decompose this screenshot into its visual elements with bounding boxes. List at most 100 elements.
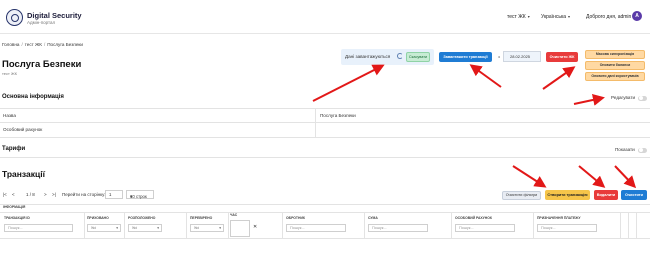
- divider: [0, 204, 650, 205]
- filter-located-value: Усі: [132, 226, 137, 230]
- info-row-label: Назва: [3, 113, 16, 118]
- info-row-value: Послуга Безпеки: [320, 113, 356, 118]
- prev-page-button[interactable]: <: [12, 192, 15, 197]
- divider: [451, 212, 452, 238]
- logo-icon[interactable]: [6, 9, 23, 26]
- breadcrumb-separator: /: [21, 42, 23, 47]
- column-header[interactable]: ЧАС: [230, 213, 237, 217]
- column-header[interactable]: ПРИХОВАНО: [87, 216, 109, 220]
- column-header[interactable]: ТРАНЗАКЦІЯ ID: [4, 216, 30, 220]
- column-header[interactable]: ОСОБОВИЙ РАХУНОК: [455, 216, 492, 220]
- column-header[interactable]: РОЗПОЛОЖЕНО: [128, 216, 155, 220]
- update-users-button[interactable]: Оновити дані користувачів: [585, 72, 645, 81]
- chevron-down-icon: ▾: [527, 14, 530, 19]
- page-size-value: 10 строк: [130, 194, 147, 199]
- group-header: ІНФОРМАЦІЯ: [3, 205, 26, 209]
- loading-text: Дані завантажуються: [345, 54, 391, 59]
- divider: [0, 238, 650, 239]
- annotation-arrow: [312, 64, 385, 102]
- zhk-selector-label: тест ЖК: [507, 14, 526, 20]
- goto-page-label: Перейти на сторінку:: [62, 192, 106, 197]
- clear-zhk-button[interactable]: Очистити ЖК: [546, 52, 578, 62]
- close-icon[interactable]: ✕: [253, 224, 257, 230]
- annotation-arrow: [578, 165, 606, 188]
- filter-payment-purpose[interactable]: Пошук...: [537, 224, 597, 232]
- filter-verified[interactable]: Усі ▾: [190, 224, 224, 232]
- info-row-label: Особовий рахунок: [3, 127, 43, 132]
- column-header[interactable]: ОБРОТНИК: [286, 216, 305, 220]
- column-header[interactable]: ПЕРЕВІРЕНО: [190, 216, 212, 220]
- breadcrumb-zhk[interactable]: тест ЖК: [25, 42, 42, 47]
- first-page-button[interactable]: |<: [3, 192, 7, 197]
- update-balances-button[interactable]: Оновити баланси: [585, 61, 645, 70]
- page-indicator: 1 / 8: [26, 192, 35, 197]
- divider: [364, 212, 365, 238]
- page-size-select[interactable]: 10 строк ▾: [126, 190, 154, 199]
- divider: [0, 108, 650, 109]
- loading-banner: Дані завантажуються Скасувати: [341, 49, 434, 65]
- edit-toggle[interactable]: [638, 95, 647, 101]
- chevron-down-icon: ▾: [219, 226, 221, 230]
- user-greeting: Доброго дня, admin: [586, 14, 632, 20]
- chevron-down-icon: ▾: [130, 194, 133, 199]
- column-header[interactable]: ПРИЗНАЧЕННЯ ПЛАТЕЖУ: [537, 216, 581, 220]
- filter-personal-account[interactable]: Пошук...: [455, 224, 515, 232]
- chevron-down-icon: ▾: [568, 14, 571, 19]
- tariffs-title: Тарифи: [2, 146, 26, 152]
- clear-button[interactable]: Очистити: [621, 190, 647, 200]
- divider: [628, 212, 629, 238]
- column-header[interactable]: СУМА: [368, 216, 378, 220]
- annotation-arrow: [542, 66, 576, 90]
- divider: [124, 212, 125, 238]
- mass-actions-panel: Масова синхронізація Оновити баланси Оно…: [585, 50, 645, 82]
- filter-hidden-value: Усі: [91, 226, 96, 230]
- breadcrumb: Головна / тест ЖК / Послуга Безпеки: [2, 42, 83, 47]
- show-tariffs-label: Показати: [615, 147, 635, 152]
- zhk-selector[interactable]: тест ЖК ▾: [507, 14, 530, 20]
- top-header: Digital Security Адмін-портал тест ЖК ▾ У…: [0, 0, 650, 34]
- divider: [636, 212, 637, 238]
- breadcrumb-separator: /: [43, 42, 46, 47]
- divider: [84, 212, 85, 238]
- divider: [0, 212, 650, 213]
- chevron-down-icon: ▾: [157, 226, 159, 230]
- divider: [282, 212, 283, 238]
- app-subtitle: Адмін-портал: [27, 19, 56, 25]
- page-title: Послуга Безпеки: [2, 59, 82, 70]
- divider: [0, 122, 650, 123]
- filter-hidden[interactable]: Усі ▾: [87, 224, 121, 232]
- annotation-arrow: [512, 165, 547, 188]
- create-transaction-button[interactable]: Створити транзакцію: [545, 190, 590, 200]
- load-transactions-button[interactable]: Завантажити транзакції: [439, 52, 492, 62]
- filter-handler[interactable]: Пошук...: [286, 224, 346, 232]
- annotation-arrow: [469, 64, 502, 88]
- divider: [228, 212, 229, 238]
- filter-amount[interactable]: Пошук...: [368, 224, 428, 232]
- divider: [186, 212, 187, 238]
- divider: [620, 212, 621, 238]
- breadcrumb-current: Послуга Безпеки: [47, 42, 83, 47]
- page-subtitle: тест ЖК: [2, 71, 17, 76]
- avatar[interactable]: A: [632, 11, 642, 21]
- filter-time-range[interactable]: [230, 220, 250, 237]
- transactions-title: Транзакції: [2, 169, 45, 179]
- mass-sync-button[interactable]: Масова синхронізація: [585, 50, 645, 59]
- divider: [533, 212, 534, 238]
- annotation-arrow: [573, 94, 605, 106]
- filter-located[interactable]: Усі ▾: [128, 224, 162, 232]
- breadcrumb-home[interactable]: Головна: [2, 42, 19, 47]
- divider: [0, 137, 650, 138]
- date-from-input[interactable]: 28.02.2025: [503, 51, 541, 62]
- filter-transaction-id[interactable]: Пошук...: [4, 224, 73, 232]
- next-page-button[interactable]: >: [44, 192, 47, 197]
- goto-page-input[interactable]: 1: [105, 190, 123, 199]
- delete-button[interactable]: Видалити: [594, 190, 618, 200]
- language-selector[interactable]: Українська ▾: [541, 14, 570, 20]
- date-from-label: з: [498, 54, 500, 59]
- annotation-arrow: [614, 165, 637, 189]
- show-tariffs-toggle[interactable]: [638, 147, 647, 153]
- cancel-loading-button[interactable]: Скасувати: [406, 52, 430, 62]
- edit-label: Редагувати: [611, 95, 636, 100]
- last-page-button[interactable]: >|: [52, 192, 56, 197]
- reset-filters-button[interactable]: Очистити фільтри: [502, 191, 541, 200]
